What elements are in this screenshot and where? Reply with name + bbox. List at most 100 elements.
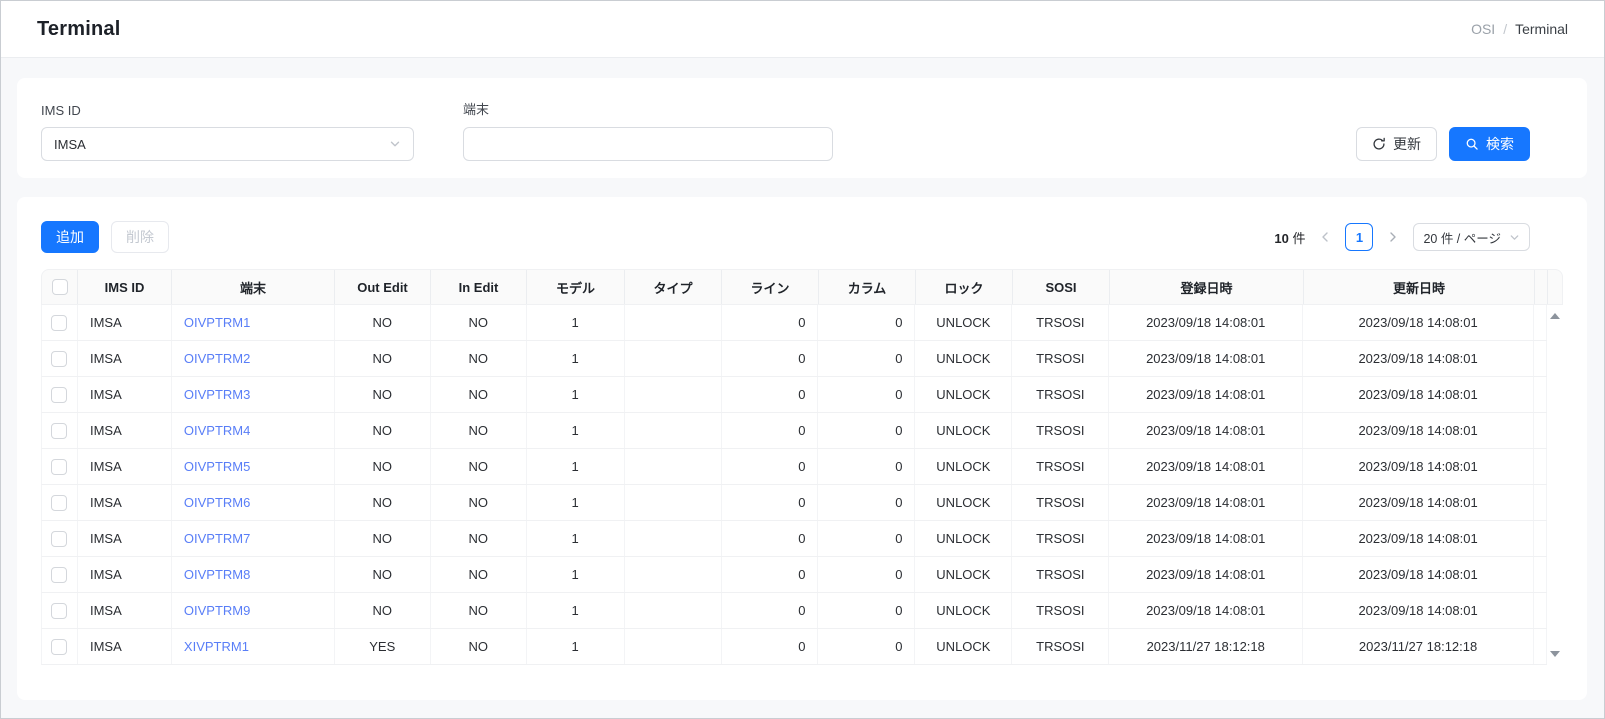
terminal-link[interactable]: OIVPTRM2: [184, 351, 250, 366]
cell-in-edit: NO: [431, 557, 527, 592]
chevron-right-icon: [1388, 231, 1398, 243]
cell-sosi: TRSOSI: [1012, 521, 1109, 556]
table-scrollbar[interactable]: [1547, 305, 1563, 665]
cell-ims-id: IMSA: [78, 413, 172, 448]
cell-updated: 2023/09/18 14:08:01: [1303, 485, 1534, 520]
row-checkbox[interactable]: [51, 567, 67, 583]
table-row[interactable]: IMSA OIVPTRM5 NO NO 1 0 0 UNLOCK TRSOSI …: [41, 449, 1547, 485]
terminal-link[interactable]: OIVPTRM5: [184, 459, 250, 474]
row-checkbox[interactable]: [51, 387, 67, 403]
cell-model: 1: [527, 413, 625, 448]
terminal-link[interactable]: OIVPTRM7: [184, 531, 250, 546]
search-button[interactable]: 検索: [1449, 127, 1530, 161]
table-row[interactable]: IMSA XIVPTRM1 YES NO 1 0 0 UNLOCK TRSOSI…: [41, 629, 1547, 665]
search-button-label: 検索: [1486, 134, 1514, 154]
breadcrumb-current: Terminal: [1515, 21, 1568, 37]
cell-created: 2023/09/18 14:08:01: [1109, 449, 1303, 484]
table-row[interactable]: IMSA OIVPTRM6 NO NO 1 0 0 UNLOCK TRSOSI …: [41, 485, 1547, 521]
refresh-button[interactable]: 更新: [1356, 127, 1437, 161]
cell-line: 0: [722, 341, 819, 376]
table-row[interactable]: IMSA OIVPTRM8 NO NO 1 0 0 UNLOCK TRSOSI …: [41, 557, 1547, 593]
cell-column: 0: [818, 449, 915, 484]
row-checkbox[interactable]: [51, 423, 67, 439]
column-header-type: タイプ: [625, 270, 722, 304]
ims-id-label: IMS ID: [41, 103, 414, 118]
cell-in-edit: NO: [431, 377, 527, 412]
terminal-link[interactable]: XIVPTRM1: [184, 639, 249, 654]
cell-ims-id: IMSA: [78, 557, 172, 592]
cell-out-edit: YES: [335, 629, 431, 664]
breadcrumb-parent[interactable]: OSI: [1471, 21, 1495, 37]
cell-model: 1: [527, 305, 625, 340]
cell-terminal: OIVPTRM4: [172, 413, 335, 448]
cell-terminal: OIVPTRM3: [172, 377, 335, 412]
terminal-link[interactable]: OIVPTRM4: [184, 423, 250, 438]
cell-type: [625, 485, 722, 520]
table-row[interactable]: IMSA OIVPTRM9 NO NO 1 0 0 UNLOCK TRSOSI …: [41, 593, 1547, 629]
row-checkbox[interactable]: [51, 531, 67, 547]
cell-column: 0: [818, 521, 915, 556]
ims-id-select[interactable]: IMSA: [41, 127, 414, 161]
chevron-down-icon: [389, 138, 401, 150]
cell-spacer: [1534, 449, 1547, 484]
table-row[interactable]: IMSA OIVPTRM7 NO NO 1 0 0 UNLOCK TRSOSI …: [41, 521, 1547, 557]
row-checkbox[interactable]: [51, 495, 67, 511]
column-header-lock: ロック: [916, 270, 1013, 304]
cell-created: 2023/11/27 18:12:18: [1109, 629, 1303, 664]
cell-type: [625, 449, 722, 484]
terminal-link[interactable]: OIVPTRM3: [184, 387, 250, 402]
select-all-checkbox[interactable]: [52, 279, 68, 295]
cell-model: 1: [527, 557, 625, 592]
cell-ims-id: IMSA: [78, 521, 172, 556]
table-row[interactable]: IMSA OIVPTRM4 NO NO 1 0 0 UNLOCK TRSOSI …: [41, 413, 1547, 449]
cell-terminal: XIVPTRM1: [172, 629, 335, 664]
terminal-input[interactable]: [463, 127, 833, 161]
cell-in-edit: NO: [431, 413, 527, 448]
row-checkbox[interactable]: [51, 459, 67, 475]
scroll-down-icon[interactable]: [1550, 651, 1560, 657]
cell-line: 0: [722, 629, 819, 664]
page-size-value: 20 件 / ページ: [1423, 228, 1501, 247]
cell-sosi: TRSOSI: [1012, 593, 1109, 628]
table-row[interactable]: IMSA OIVPTRM1 NO NO 1 0 0 UNLOCK TRSOSI …: [41, 305, 1547, 341]
scroll-up-icon[interactable]: [1550, 313, 1560, 319]
row-checkbox[interactable]: [51, 639, 67, 655]
add-button[interactable]: 追加: [41, 221, 99, 253]
delete-button[interactable]: 削除: [111, 221, 169, 253]
cell-lock: UNLOCK: [915, 377, 1012, 412]
cell-in-edit: NO: [431, 521, 527, 556]
chevron-down-icon: [1509, 232, 1520, 243]
cell-in-edit: NO: [431, 485, 527, 520]
table-row[interactable]: IMSA OIVPTRM3 NO NO 1 0 0 UNLOCK TRSOSI …: [41, 377, 1547, 413]
cell-lock: UNLOCK: [915, 413, 1012, 448]
page-number-button[interactable]: 1: [1345, 223, 1373, 251]
cell-line: 0: [722, 593, 819, 628]
prev-page-button[interactable]: [1315, 223, 1335, 251]
row-checkbox[interactable]: [51, 351, 67, 367]
column-header-column: カラム: [819, 270, 916, 304]
cell-out-edit: NO: [335, 449, 431, 484]
table-row[interactable]: IMSA OIVPTRM2 NO NO 1 0 0 UNLOCK TRSOSI …: [41, 341, 1547, 377]
cell-terminal: OIVPTRM6: [172, 485, 335, 520]
cell-spacer: [1534, 377, 1547, 412]
cell-terminal: OIVPTRM7: [172, 521, 335, 556]
page-size-select[interactable]: 20 件 / ページ: [1413, 223, 1530, 251]
terminal-link[interactable]: OIVPTRM9: [184, 603, 250, 618]
terminal-link[interactable]: OIVPTRM1: [184, 315, 250, 330]
cell-ims-id: IMSA: [78, 377, 172, 412]
terminal-link[interactable]: OIVPTRM8: [184, 567, 250, 582]
cell-created: 2023/09/18 14:08:01: [1109, 341, 1303, 376]
cell-updated: 2023/09/18 14:08:01: [1303, 341, 1534, 376]
select-all-cell: [42, 270, 78, 304]
cell-updated: 2023/09/18 14:08:01: [1303, 305, 1534, 340]
terminal-link[interactable]: OIVPTRM6: [184, 495, 250, 510]
cell-created: 2023/09/18 14:08:01: [1109, 485, 1303, 520]
total-count: 10 件: [1274, 228, 1305, 247]
row-checkbox[interactable]: [51, 603, 67, 619]
cell-in-edit: NO: [431, 593, 527, 628]
cell-lock: UNLOCK: [915, 629, 1012, 664]
next-page-button[interactable]: [1383, 223, 1403, 251]
column-header-sosi: SOSI: [1013, 270, 1110, 304]
row-checkbox[interactable]: [51, 315, 67, 331]
breadcrumb-separator: /: [1503, 21, 1507, 37]
